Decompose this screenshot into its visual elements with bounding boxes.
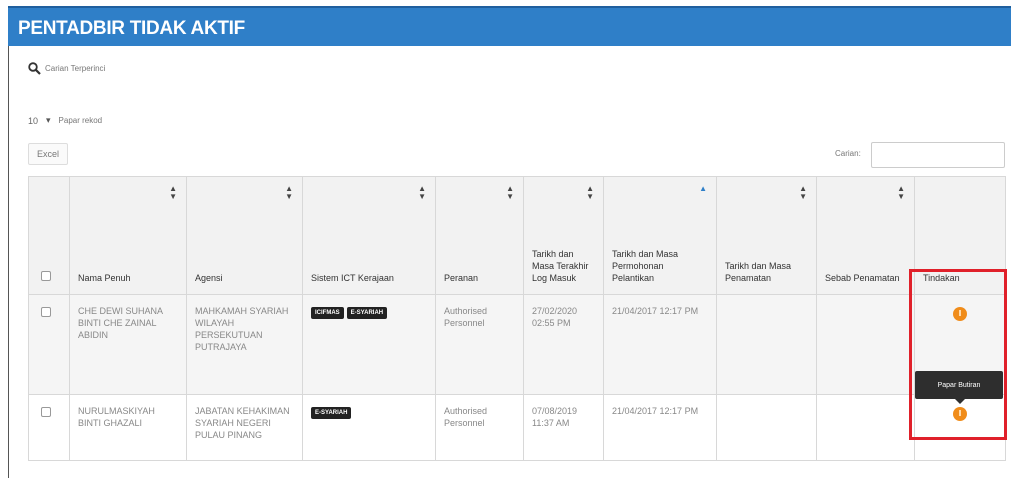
column-label-log: Tarikh dan Masa Terakhir Log Masuk <box>532 249 589 283</box>
column-label-tindakan: Tindakan <box>923 273 960 283</box>
row-select-cell <box>28 394 70 461</box>
search-input[interactable] <box>871 142 1005 168</box>
cell-tindakan <box>914 394 1006 461</box>
view-details-button[interactable] <box>953 407 967 421</box>
column-header-peranan[interactable]: ▲ ▼ Peranan <box>435 176 524 295</box>
inactive-admin-table: ▲ ▼ Nama Penuh ▲ ▼ Agensi ▲ ▼ Sistem ICT Ke… <box>28 176 1006 461</box>
search-icon <box>28 62 41 75</box>
column-header-tindakan: Tindakan <box>914 176 1006 295</box>
system-tag: E-SYARIAH <box>311 407 352 419</box>
sort-icon: ▲ ▼ <box>506 184 514 201</box>
column-header-agensi[interactable]: ▲ ▼ Agensi <box>186 176 303 295</box>
page-length-select[interactable]: 10 ▾ <box>28 115 51 126</box>
page-length-label: Papar rekod <box>58 116 103 125</box>
table-row: NURULMASKIYAH BINTI GHAZALI JABATAN KEHA… <box>28 394 1006 461</box>
cell-peranan: Authorised Personnel <box>435 394 524 461</box>
column-header-sistem[interactable]: ▲ ▼ Sistem ICT Kerajaan <box>302 176 436 295</box>
cell-agensi: JABATAN KEHAKIMAN SYARIAH NEGERI PULAU P… <box>186 394 303 461</box>
column-label-permohonan: Tarikh dan Masa Permohonan Pelantikan <box>612 249 679 283</box>
page-length-control: 10 ▾ Papar rekod <box>28 115 102 126</box>
cell-permohonan: 21/04/2017 12:17 PM <box>603 294 717 395</box>
row-checkbox[interactable] <box>41 307 51 317</box>
search-label: Carian: <box>835 149 861 158</box>
cell-peranan: Authorised Personnel <box>435 294 524 395</box>
cell-sistem: E-SYARIAH <box>302 394 436 461</box>
column-label-sebab: Sebab Penamatan <box>825 273 900 283</box>
sort-icon: ▲ ▼ <box>897 184 905 201</box>
view-details-button[interactable] <box>953 307 967 321</box>
sort-asc-icon: ▲ <box>699 184 707 193</box>
row-select-cell <box>28 294 70 395</box>
select-all-checkbox[interactable] <box>41 271 51 281</box>
cell-sebab <box>816 394 915 461</box>
sort-icon: ▲ ▼ <box>799 184 807 201</box>
column-header-penamatan[interactable]: ▲ ▼ Tarikh dan Masa Penamatan <box>716 176 817 295</box>
cell-log: 27/02/2020 02:55 PM <box>523 294 604 395</box>
column-label-nama: Nama Penuh <box>78 273 131 283</box>
column-label-penamatan: Tarikh dan Masa Penamatan <box>725 261 792 283</box>
system-tag: E-SYARIAH <box>346 307 388 319</box>
column-header-permohonan[interactable]: ▲ Tarikh dan Masa Permohonan Pelantikan <box>603 176 717 295</box>
cell-nama: NURULMASKIYAH BINTI GHAZALI <box>69 394 187 461</box>
cell-penamatan <box>716 294 817 395</box>
advanced-search-label: Carian Terperinci <box>45 64 106 73</box>
cell-sistem: ICIFMAS E-SYARIAH <box>302 294 436 395</box>
sort-icon: ▲ ▼ <box>285 184 293 201</box>
sort-icon: ▲ ▼ <box>169 184 177 201</box>
table-header-row: ▲ ▼ Nama Penuh ▲ ▼ Agensi ▲ ▼ Sistem ICT Ke… <box>28 176 1006 295</box>
system-tag: ICIFMAS <box>311 307 344 319</box>
cell-sebab <box>816 294 915 395</box>
page-length-value: 10 <box>28 115 39 126</box>
frame-border <box>8 46 9 478</box>
sort-icon: ▲ ▼ <box>586 184 594 201</box>
tooltip: Papar Butiran <box>915 371 1003 404</box>
cell-permohonan: 21/04/2017 12:17 PM <box>603 394 717 461</box>
column-label-peranan: Peranan <box>444 273 479 283</box>
column-header-nama[interactable]: ▲ ▼ Nama Penuh <box>69 176 187 295</box>
cell-nama: CHE DEWI SUHANA BINTI CHE ZAINAL ABIDIN <box>69 294 187 395</box>
page-title: PENTADBIR TIDAK AKTIF <box>18 18 245 39</box>
cell-penamatan <box>716 394 817 461</box>
column-label-agensi: Agensi <box>195 273 223 283</box>
row-checkbox[interactable] <box>41 407 51 417</box>
page-header: PENTADBIR TIDAK AKTIF <box>8 6 1011 46</box>
sort-icon: ▲ ▼ <box>418 184 426 201</box>
table-row: CHE DEWI SUHANA BINTI CHE ZAINAL ABIDIN … <box>28 294 1006 395</box>
column-label-sistem: Sistem ICT Kerajaan <box>311 273 394 283</box>
column-header-log[interactable]: Tarikh dan Masa Terakhir Log Masuk ▲ ▼ <box>523 176 604 295</box>
select-all-header <box>28 176 70 295</box>
cell-agensi: MAHKAMAH SYARIAH WILAYAH PERSEKUTUAN PUT… <box>186 294 303 395</box>
excel-export-button[interactable]: Excel <box>28 143 68 165</box>
chevron-down-icon: ▾ <box>46 115 51 125</box>
cell-log: 07/08/2019 11:37 AM <box>523 394 604 461</box>
column-header-sebab[interactable]: ▲ ▼ Sebab Penamatan <box>816 176 915 295</box>
advanced-search-link[interactable]: Carian Terperinci <box>28 62 105 75</box>
